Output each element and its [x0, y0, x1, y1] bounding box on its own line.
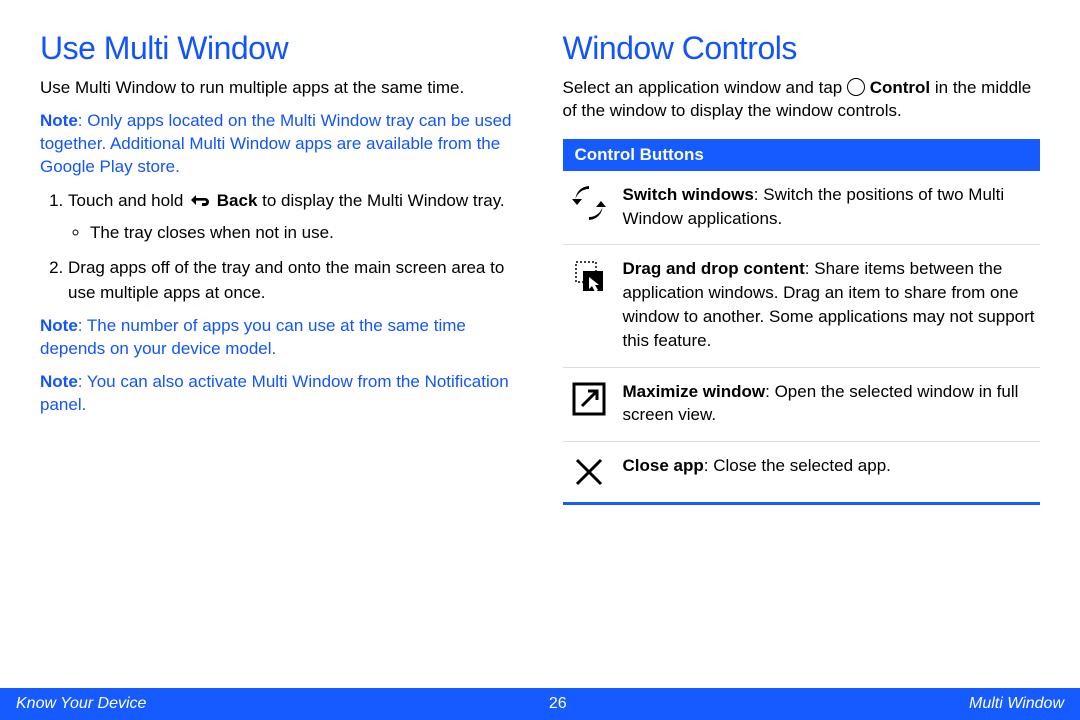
note-label: Note: [40, 372, 78, 391]
page-footer: Know Your Device 26 Multi Window: [0, 688, 1080, 720]
row-body: : Close the selected app.: [704, 456, 891, 475]
row-title: Maximize window: [623, 382, 766, 401]
left-column: Use Multi Window Use Multi Window to run…: [40, 30, 518, 680]
table-desc: Maximize window: Open the selected windo…: [623, 380, 1037, 428]
step-1: Touch and hold Back to display the Multi…: [68, 189, 518, 246]
note-label: Note: [40, 316, 78, 335]
step-text: to display the Multi Window tray.: [262, 191, 505, 210]
note-body: : The number of apps you can use at the …: [40, 316, 466, 358]
page-content: Use Multi Window Use Multi Window to run…: [0, 0, 1080, 680]
close-icon: [567, 454, 611, 488]
table-row: Maximize window: Open the selected windo…: [563, 367, 1041, 442]
note-1: Note: Only apps located on the Multi Win…: [40, 110, 518, 179]
row-title: Drag and drop content: [623, 259, 805, 278]
switch-windows-icon: [567, 183, 611, 221]
heading-window-controls: Window Controls: [563, 30, 1041, 67]
control-circle-icon: [847, 78, 865, 96]
footer-right: Multi Window: [969, 695, 1064, 713]
maximize-icon: [567, 380, 611, 416]
drag-drop-icon: [567, 257, 611, 295]
table-desc: Close app: Close the selected app.: [623, 454, 1037, 478]
control-label: Control: [870, 78, 930, 97]
table-row: Close app: Close the selected app.: [563, 441, 1041, 502]
table-row: Switch windows: Switch the positions of …: [563, 171, 1041, 245]
note-body: : You can also activate Multi Window fro…: [40, 372, 509, 414]
intro-text: Select an application window and tap: [563, 78, 847, 97]
steps-list: Touch and hold Back to display the Multi…: [40, 189, 518, 306]
row-title: Close app: [623, 456, 704, 475]
table-desc: Switch windows: Switch the positions of …: [623, 183, 1037, 231]
note-2: Note: The number of apps you can use at …: [40, 315, 518, 361]
back-label: Back: [217, 191, 258, 210]
row-title: Switch windows: [623, 185, 754, 204]
right-column: Window Controls Select an application wi…: [563, 30, 1041, 680]
note-label: Note: [40, 111, 78, 130]
back-icon: [188, 189, 212, 211]
heading-use-multi-window: Use Multi Window: [40, 30, 518, 67]
control-buttons-table: Switch windows: Switch the positions of …: [563, 171, 1041, 505]
footer-left: Know Your Device: [16, 695, 146, 713]
intro-right: Select an application window and tap Con…: [563, 77, 1041, 123]
footer-page-number: 26: [549, 695, 567, 713]
table-row: Drag and drop content: Share items betwe…: [563, 244, 1041, 366]
note-body: : Only apps located on the Multi Window …: [40, 111, 512, 176]
intro-left: Use Multi Window to run multiple apps at…: [40, 77, 518, 100]
step-text: Touch and hold: [68, 191, 188, 210]
step-1-bullet: The tray closes when not in use.: [90, 221, 518, 246]
control-buttons-header: Control Buttons: [563, 139, 1041, 171]
table-desc: Drag and drop content: Share items betwe…: [623, 257, 1037, 352]
note-3: Note: You can also activate Multi Window…: [40, 371, 518, 417]
step-2: Drag apps off of the tray and onto the m…: [68, 256, 518, 305]
